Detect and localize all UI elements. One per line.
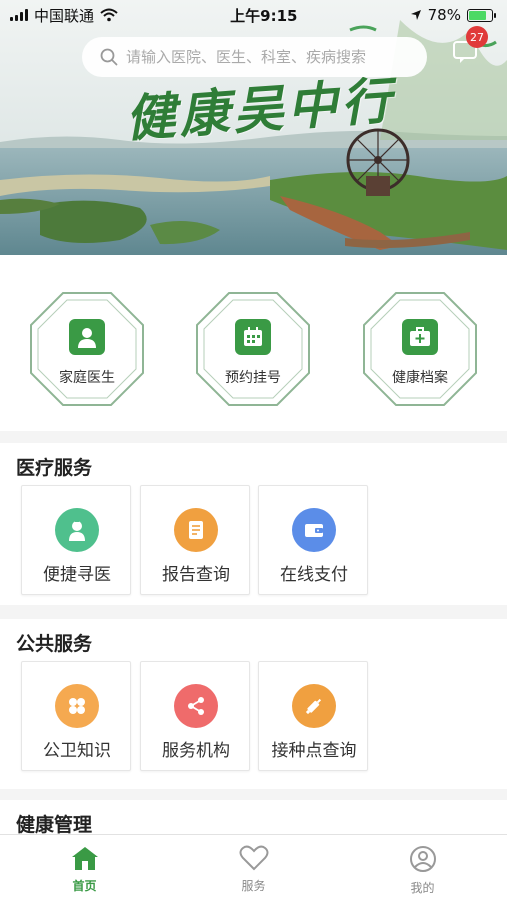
public-services-section: 公共服务 公卫知识 服务机构 接种点查询 (0, 619, 507, 789)
health-record-entry[interactable]: 健康档案 (362, 291, 478, 407)
service-institution-card[interactable]: 服务机构 (140, 661, 250, 771)
carrier-name: 中国联通 (34, 6, 95, 25)
status-bar: 中国联通 上午9:15 78% (0, 0, 507, 30)
home-icon (71, 847, 98, 870)
card-label: 在线支付 (280, 565, 348, 585)
section-title: 公共服务 (16, 633, 93, 655)
wifi-icon (100, 8, 118, 22)
nurse-icon (55, 508, 99, 552)
user-icon (409, 846, 436, 872)
wallet-icon (292, 508, 336, 552)
share-icon (174, 684, 218, 728)
message-button[interactable]: 27 (452, 26, 488, 68)
tab-label: 我的 (410, 881, 435, 895)
tab-label: 服务 (241, 879, 266, 893)
quick-entry-label: 家庭医生 (59, 370, 115, 386)
calendar-icon (235, 319, 271, 355)
bottom-tab-bar: 首页 服务 我的 (0, 834, 507, 900)
card-label: 接种点查询 (271, 741, 357, 761)
tab-home[interactable]: 首页 (0, 835, 169, 900)
grid-icon (55, 684, 99, 728)
find-doctor-card[interactable]: 便捷寻医 (21, 485, 131, 595)
medical-kit-icon (402, 319, 438, 355)
online-payment-card[interactable]: 在线支付 (258, 485, 368, 595)
app-screen: 健康吴中行 中国联通 上午9:15 78% 请输入医院、医生、科室、疾病搜索 2… (0, 0, 507, 900)
battery-icon (466, 8, 496, 22)
card-label: 便捷寻医 (43, 565, 111, 585)
cellular-signal-icon (10, 9, 28, 21)
tab-label: 首页 (72, 879, 97, 893)
location-arrow-icon (410, 10, 421, 20)
card-label: 报告查询 (162, 565, 230, 585)
search-bar[interactable] (82, 37, 427, 77)
section-title: 医疗服务 (16, 457, 93, 479)
status-time: 上午9:15 (230, 6, 298, 25)
card-label: 公卫知识 (43, 741, 111, 761)
heart-icon (239, 845, 268, 871)
quick-entry-label: 预约挂号 (225, 370, 281, 386)
card-label: 服务机构 (162, 741, 230, 761)
syringe-icon (292, 684, 336, 728)
search-input[interactable] (126, 48, 406, 66)
battery-level (468, 10, 487, 20)
report-query-card[interactable]: 报告查询 (140, 485, 250, 595)
family-doctor-entry[interactable]: 家庭医生 (29, 291, 145, 407)
section-title: 健康管理 (16, 814, 93, 836)
tab-services[interactable]: 服务 (169, 835, 338, 900)
search-icon (100, 48, 118, 66)
appointment-entry[interactable]: 预约挂号 (195, 291, 311, 407)
doctor-icon (69, 319, 105, 355)
vaccination-site-card[interactable]: 接种点查询 (258, 661, 368, 771)
battery-percent: 78% (427, 6, 461, 24)
quick-entry-label: 健康档案 (392, 370, 448, 386)
report-icon (174, 508, 218, 552)
health-knowledge-card[interactable]: 公卫知识 (21, 661, 131, 771)
medical-services-section: 医疗服务 便捷寻医 报告查询 在线支付 (0, 443, 507, 605)
tab-profile[interactable]: 我的 (338, 835, 507, 900)
quick-entries: 家庭医生 预约挂号 健康档案 (0, 255, 507, 431)
